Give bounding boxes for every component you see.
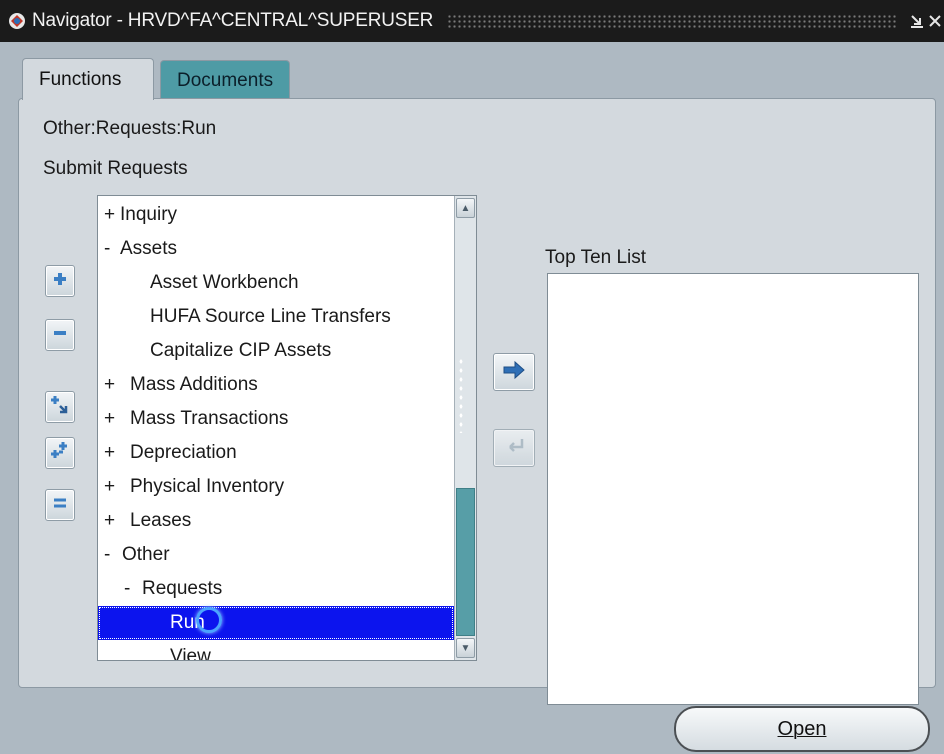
tree-list: + Inquiry - Assets Asset Workbench HUFA … [98, 198, 454, 661]
remove-from-top-ten-button[interactable] [493, 429, 535, 467]
title-bar[interactable]: Navigator - HRVD^FA^CENTRAL^SUPERUSER [0, 0, 944, 42]
scroll-down-icon: ▼ [460, 642, 471, 654]
tree-item-mass-additions[interactable]: + Mass Additions [98, 368, 454, 402]
collapse-sign: - [104, 544, 111, 565]
tree-item-other[interactable]: - Other [98, 538, 454, 572]
open-button[interactable]: Open [674, 706, 930, 752]
right-arrow-icon [502, 360, 526, 385]
tree-item-label: Capitalize CIP Assets [150, 340, 332, 361]
tree-item-assets[interactable]: - Assets [98, 232, 454, 266]
collapse-icon [52, 325, 68, 346]
expand-branch-button[interactable] [45, 391, 75, 423]
tree-item-requests[interactable]: - Requests [98, 572, 454, 606]
functions-tree[interactable]: + Inquiry - Assets Asset Workbench HUFA … [97, 195, 477, 661]
add-to-top-ten-button[interactable] [493, 353, 535, 391]
expand-all-button[interactable] [45, 437, 75, 469]
collapse-button[interactable] [45, 319, 75, 351]
collapse-sign: - [104, 238, 111, 259]
expand-sign: + [104, 476, 116, 497]
tree-item-mass-transactions[interactable]: + Mass Transactions [98, 402, 454, 436]
expand-icon [52, 271, 68, 292]
top-ten-label: Top Ten List [545, 247, 647, 268]
oracle-navigator-icon [6, 10, 28, 32]
tree-item-physical-inventory[interactable]: + Physical Inventory [98, 470, 454, 504]
scroll-thumb[interactable] [456, 488, 475, 636]
tree-item-depreciation[interactable]: + Depreciation [98, 436, 454, 470]
tree-item-label: View [170, 646, 211, 661]
mouse-cursor-highlight [196, 607, 222, 633]
minimize-icon[interactable] [908, 11, 926, 31]
tab-documents[interactable]: Documents [160, 60, 290, 100]
tab-documents-label: Documents [177, 69, 274, 91]
top-ten-list[interactable] [547, 273, 919, 705]
tree-item-label: Requests [142, 578, 223, 599]
expand-sign: + [104, 442, 116, 463]
function-title: Submit Requests [43, 158, 188, 179]
tree-item-label: Leases [130, 510, 192, 531]
tree-item-asset-workbench[interactable]: Asset Workbench [98, 266, 454, 300]
tab-functions-label: Functions [39, 68, 122, 90]
collapse-all-button[interactable] [45, 489, 75, 521]
tree-item-label: Asset Workbench [150, 272, 299, 293]
tree-item-label: HUFA Source Line Transfers [150, 306, 391, 327]
expand-sign: + [104, 408, 116, 429]
scroll-up-button[interactable]: ▲ [456, 198, 475, 218]
breadcrumb: Other:Requests:Run [43, 118, 217, 139]
window-title: Navigator - HRVD^FA^CENTRAL^SUPERUSER [32, 10, 434, 31]
expand-button[interactable] [45, 265, 75, 297]
navigator-window: Functions Documents Other:Requests:Run S… [0, 42, 944, 754]
collapse-all-icon [51, 494, 69, 517]
tree-item-label: Mass Additions [130, 374, 258, 395]
expand-all-icon [49, 440, 71, 467]
tree-item-leases[interactable]: + Leases [98, 504, 454, 538]
tree-item-inquiry[interactable]: + Inquiry [98, 198, 454, 232]
open-button-label: Open [777, 717, 827, 740]
tree-item-label: Mass Transactions [130, 408, 289, 429]
return-arrow-icon [502, 436, 526, 461]
tab-functions[interactable]: Functions [22, 58, 154, 100]
tree-item-view[interactable]: View [98, 640, 454, 661]
functions-panel: Other:Requests:Run Submit Requests + Inq… [18, 98, 936, 705]
splitter-grip[interactable] [458, 357, 464, 433]
expand-sign: + [104, 510, 116, 531]
title-bar-grip [447, 14, 898, 28]
tree-item-run[interactable]: Run [98, 606, 454, 640]
scroll-down-button[interactable]: ▼ [456, 638, 475, 658]
scroll-up-icon: ▲ [460, 202, 471, 214]
tree-item-label: Assets [120, 238, 178, 259]
expand-branch-icon [49, 394, 71, 421]
tree-item-capitalize-cip-assets[interactable]: Capitalize CIP Assets [98, 334, 454, 368]
tree-item-label: Inquiry [120, 204, 178, 225]
close-icon[interactable] [926, 11, 944, 31]
collapse-sign: - [124, 578, 131, 599]
tree-item-label: Physical Inventory [130, 476, 285, 497]
tree-item-label: Other [122, 544, 170, 565]
tree-item-label: Depreciation [130, 442, 237, 463]
expand-sign: + [104, 204, 116, 225]
tree-item-hufa-source-line-transfers[interactable]: HUFA Source Line Transfers [98, 300, 454, 334]
expand-sign: + [104, 374, 116, 395]
